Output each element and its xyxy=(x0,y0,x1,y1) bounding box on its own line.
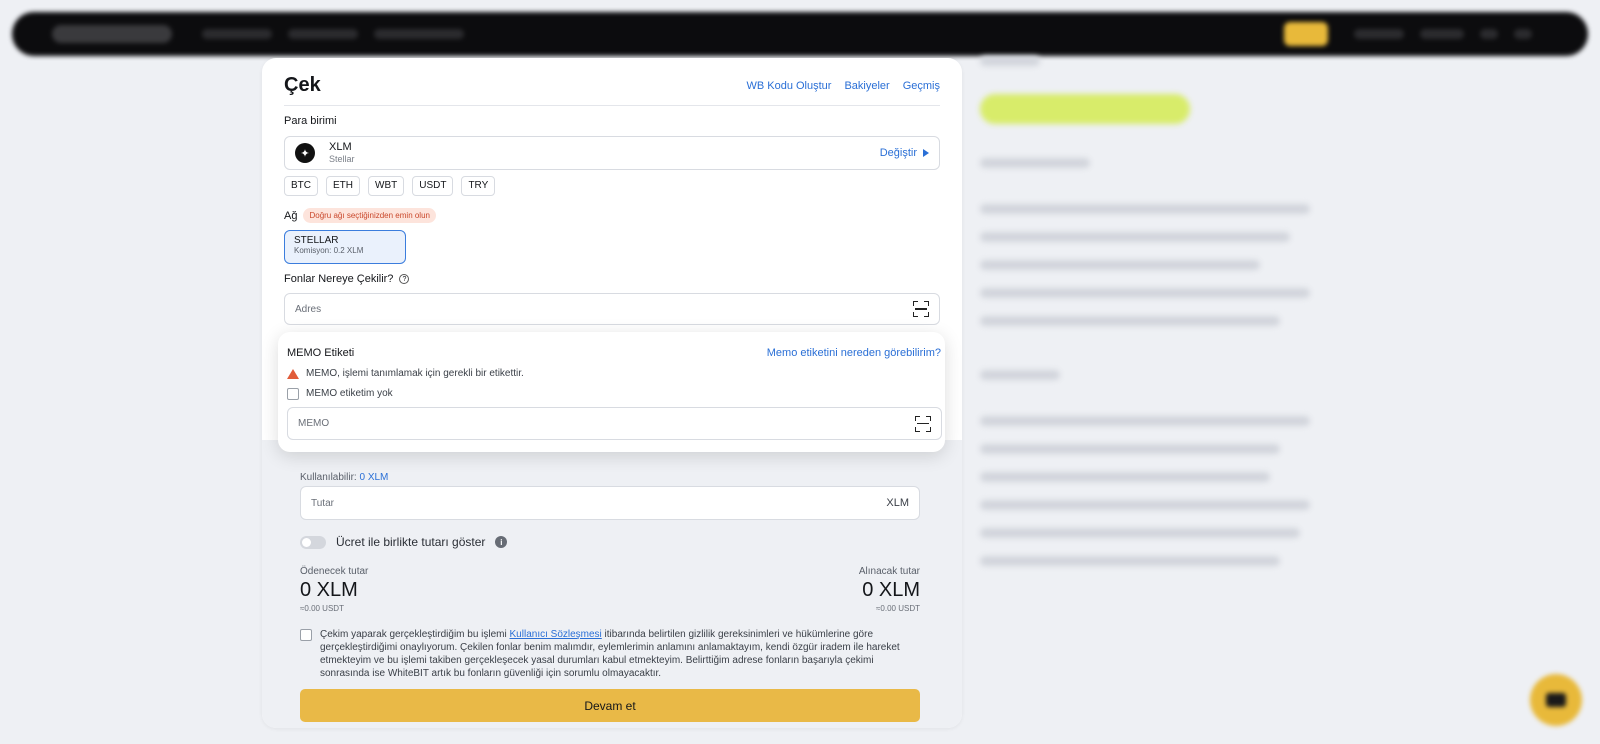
memo-warning: MEMO, işlemi tanımlamak için gerekli bir… xyxy=(287,368,524,379)
currency-info: XLM Stellar xyxy=(329,141,355,165)
placeholder-row xyxy=(980,232,1290,242)
placeholder-row xyxy=(980,288,1310,298)
network-name: STELLAR xyxy=(294,235,339,246)
fee-toggle-row: Ücret ile birlikte tutarı göster i xyxy=(300,535,508,549)
caret-right-icon xyxy=(923,149,929,157)
network-warning-badge: Doğru ağı seçtiğinizden emin olun xyxy=(303,208,436,223)
qr-scan-icon[interactable] xyxy=(915,415,931,432)
pay-value: 0 XLM xyxy=(300,579,358,601)
receive-label: Alınacak tutar xyxy=(858,566,920,577)
no-memo-row: MEMO etiketim yok xyxy=(287,387,393,400)
nav-icon[interactable] xyxy=(1514,29,1532,39)
warning-icon xyxy=(287,368,299,379)
placeholder-row xyxy=(980,556,1280,566)
currency-code: XLM xyxy=(329,141,352,153)
placeholder-row xyxy=(980,260,1260,270)
nav-item[interactable] xyxy=(202,29,272,39)
placeholder-row xyxy=(980,316,1280,326)
change-currency-button[interactable]: Değiştir xyxy=(880,147,929,159)
card-header: Çek WB Kodu Oluştur Bakiyeler Geçmiş xyxy=(284,66,940,106)
page-title: Çek xyxy=(284,74,321,96)
nav-icon[interactable] xyxy=(1480,29,1498,39)
available-label: Kullanılabilir: xyxy=(300,472,357,483)
memo-title: MEMO Etiketi xyxy=(287,347,355,359)
receive-summary: Alınacak tutar 0 XLM ≈0.00 USDT xyxy=(859,566,920,613)
change-label: Değiştir xyxy=(879,147,917,159)
placeholder-row xyxy=(980,444,1280,454)
placeholder-row xyxy=(980,416,1310,426)
address-input[interactable] xyxy=(295,303,913,315)
nav-item[interactable] xyxy=(374,29,464,39)
no-memo-checkbox[interactable] xyxy=(287,388,299,400)
chat-icon xyxy=(1546,693,1566,707)
placeholder-row xyxy=(980,528,1300,538)
placeholder-row xyxy=(980,500,1310,510)
placeholder-row xyxy=(980,204,1310,214)
consent-text: Çekim yaparak gerçekleştirdiğim bu işlem… xyxy=(320,628,920,680)
qr-scan-icon[interactable] xyxy=(913,301,929,317)
history-link[interactable]: Geçmiş xyxy=(903,80,940,92)
consent-text-before: Çekim yaparak gerçekleştirdiğim bu işlem… xyxy=(320,629,510,640)
create-wb-code-link[interactable]: WB Kodu Oluştur xyxy=(746,80,831,92)
amount-field: XLM xyxy=(300,486,920,520)
header-links: WB Kodu Oluştur Bakiyeler Geçmiş xyxy=(746,80,940,92)
network-fee: Komisyon: 0.2 XLM xyxy=(294,246,364,255)
network-label: Ağ xyxy=(284,209,298,222)
destination-label-row: Fonlar Nereye Çekilir? ? xyxy=(284,273,410,285)
no-memo-label: MEMO etiketim yok xyxy=(306,388,393,399)
currency-selector[interactable]: ✦ XLM Stellar Değiştir xyxy=(284,136,940,170)
info-icon[interactable]: i xyxy=(495,536,508,548)
amount-unit: XLM xyxy=(886,497,909,509)
side-badge xyxy=(980,94,1190,124)
available-balance: Kullanılabilir: 0 XLM xyxy=(300,472,388,483)
pay-usdt: ≈0.00 USDT xyxy=(300,604,344,613)
user-agreement-link[interactable]: Kullanıcı Sözleşmesi xyxy=(510,629,602,640)
quick-currency-chips: BTC ETH WBT USDT TRY xyxy=(284,176,496,196)
memo-help-link[interactable]: Memo etiketini nereden görebilirim? xyxy=(767,347,941,359)
memo-field xyxy=(287,407,942,440)
receive-value: 0 XLM xyxy=(862,579,920,601)
chat-support-button[interactable] xyxy=(1530,674,1582,726)
memo-popup: MEMO Etiketi Memo etiketini nereden göre… xyxy=(278,332,945,452)
nav-item[interactable] xyxy=(1354,29,1404,39)
chip-try[interactable]: TRY xyxy=(461,176,496,196)
receive-usdt: ≈0.00 USDT xyxy=(876,604,920,613)
nav-cta-button[interactable] xyxy=(1284,22,1328,46)
address-field xyxy=(284,293,940,325)
currency-name: Stellar xyxy=(329,154,355,164)
chip-wbt[interactable]: WBT xyxy=(368,176,405,196)
placeholder-row xyxy=(980,472,1270,482)
balances-link[interactable]: Bakiyeler xyxy=(844,80,889,92)
nav-item[interactable] xyxy=(288,29,358,39)
stellar-icon: ✦ xyxy=(295,143,315,163)
continue-button[interactable]: Devam et xyxy=(300,689,920,722)
currency-label: Para birimi xyxy=(284,115,337,127)
fee-toggle-label: Ücret ile birlikte tutarı göster xyxy=(336,535,486,549)
amount-input[interactable] xyxy=(311,497,887,509)
pay-summary: Ödenecek tutar 0 XLM ≈0.00 USDT xyxy=(300,566,368,613)
placeholder-row xyxy=(980,158,1090,168)
chip-btc[interactable]: BTC xyxy=(284,176,318,196)
available-value[interactable]: 0 XLM xyxy=(359,472,388,483)
memo-warning-text: MEMO, işlemi tanımlamak için gerekli bir… xyxy=(306,368,524,379)
brand-logo[interactable] xyxy=(52,25,172,43)
network-header: Ağ Doğru ağı seçtiğinizden emin olun xyxy=(284,208,436,223)
chip-eth[interactable]: ETH xyxy=(326,176,360,196)
fee-toggle[interactable] xyxy=(300,535,326,549)
consent-row: Çekim yaparak gerçekleştirdiğim bu işlem… xyxy=(300,628,920,680)
top-navigation xyxy=(12,12,1588,56)
memo-input[interactable] xyxy=(298,418,915,429)
chip-usdt[interactable]: USDT xyxy=(412,176,454,196)
placeholder-row xyxy=(980,370,1060,380)
destination-label: Fonlar Nereye Çekilir? xyxy=(284,273,394,285)
consent-checkbox[interactable] xyxy=(300,629,312,641)
side-info-panel xyxy=(980,56,1360,656)
pay-label: Ödenecek tutar xyxy=(300,566,369,577)
nav-item[interactable] xyxy=(1420,29,1464,39)
network-option-stellar[interactable]: STELLAR Komisyon: 0.2 XLM xyxy=(284,230,406,264)
placeholder-row xyxy=(980,56,1040,66)
question-icon[interactable]: ? xyxy=(399,274,410,284)
